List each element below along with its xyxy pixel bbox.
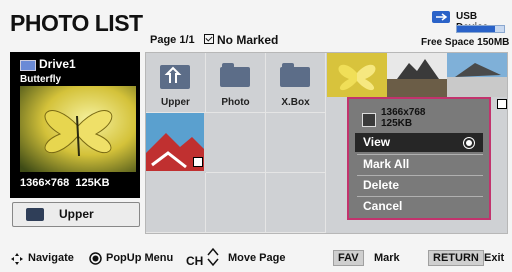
popup-size: 125KB [381, 118, 413, 129]
image-info-icon [362, 113, 376, 127]
photo-thumbnail[interactable] [447, 53, 507, 97]
page-indicator: Page 1/1 [150, 34, 195, 46]
mark-checkbox[interactable] [193, 157, 203, 167]
menu-item-view[interactable]: View [355, 133, 483, 152]
popup-menu: 1366x768 125KB View Mark All Delete Canc… [347, 97, 491, 220]
resolution-size-info: 1366×768 125KB [20, 177, 110, 189]
grid-item-xbox[interactable]: X.Box [266, 53, 326, 113]
move-page-label: Move Page [228, 252, 286, 264]
photo-preview [20, 86, 136, 172]
free-space-fill [457, 26, 495, 32]
menu-item-mark-all[interactable]: Mark All [355, 155, 483, 174]
usb-icon [432, 11, 450, 23]
popup-menu-label: PopUp Menu [106, 252, 174, 264]
popup-info: 1366x768 125KB [381, 107, 426, 129]
marked-status: No Marked [204, 33, 278, 47]
exit-label: Exit [484, 252, 505, 264]
menu-item-label: Delete [363, 178, 400, 192]
folder-up-icon [160, 65, 190, 89]
return-key: RETURN [428, 250, 484, 266]
upper-button-label: Upper [59, 207, 94, 221]
mark-label: Mark [374, 252, 400, 264]
menu-item-delete[interactable]: Delete [355, 176, 483, 195]
selected-radio-icon [463, 137, 475, 149]
marked-text: No Marked [217, 33, 279, 47]
navigate-label: Navigate [28, 252, 74, 264]
navigate-arrows-icon [11, 253, 23, 265]
folder-up-icon [26, 208, 44, 221]
size-value: 125KB [75, 177, 110, 189]
resolution-value: 1366×768 [20, 177, 70, 189]
menu-item-label: View [363, 135, 391, 149]
menu-item-label: Cancel [363, 199, 403, 213]
checkbox-icon [204, 34, 214, 44]
grid-empty-cell [266, 173, 326, 233]
mark-checkbox[interactable] [497, 99, 507, 109]
grid-item-photo[interactable]: Photo [206, 53, 266, 113]
ch-label: CH [186, 254, 204, 268]
fav-key: FAV [333, 250, 364, 266]
drive-name: Drive1 [39, 57, 76, 71]
photo-thumbnail[interactable] [327, 53, 387, 97]
grid-empty-cell [266, 113, 326, 173]
free-space-text: Free Space 150MB [421, 37, 510, 48]
popup-resolution: 1366x768 [381, 107, 426, 118]
file-name: Butterfly [20, 74, 62, 85]
folder-icon [220, 63, 250, 87]
folder-icon [280, 63, 310, 87]
grid-item-label: Photo [221, 97, 250, 108]
up-down-icon [207, 247, 219, 267]
menu-item-cancel[interactable]: Cancel [355, 197, 483, 216]
upper-button[interactable]: Upper [12, 202, 140, 227]
grid-empty-cell [206, 173, 266, 233]
ok-button-icon [89, 252, 102, 265]
grid-empty-cell [146, 173, 206, 233]
menu-item-label: Mark All [363, 157, 410, 171]
grid-item-label: X.Box [281, 97, 310, 108]
grid-empty-cell [206, 113, 266, 173]
grid-item-label: Upper [161, 97, 190, 108]
photo-thumbnail[interactable] [387, 53, 447, 97]
grid-item-upper[interactable]: Upper [146, 53, 206, 113]
drive-icon [20, 60, 36, 71]
page-title: PHOTO LIST [10, 10, 143, 36]
